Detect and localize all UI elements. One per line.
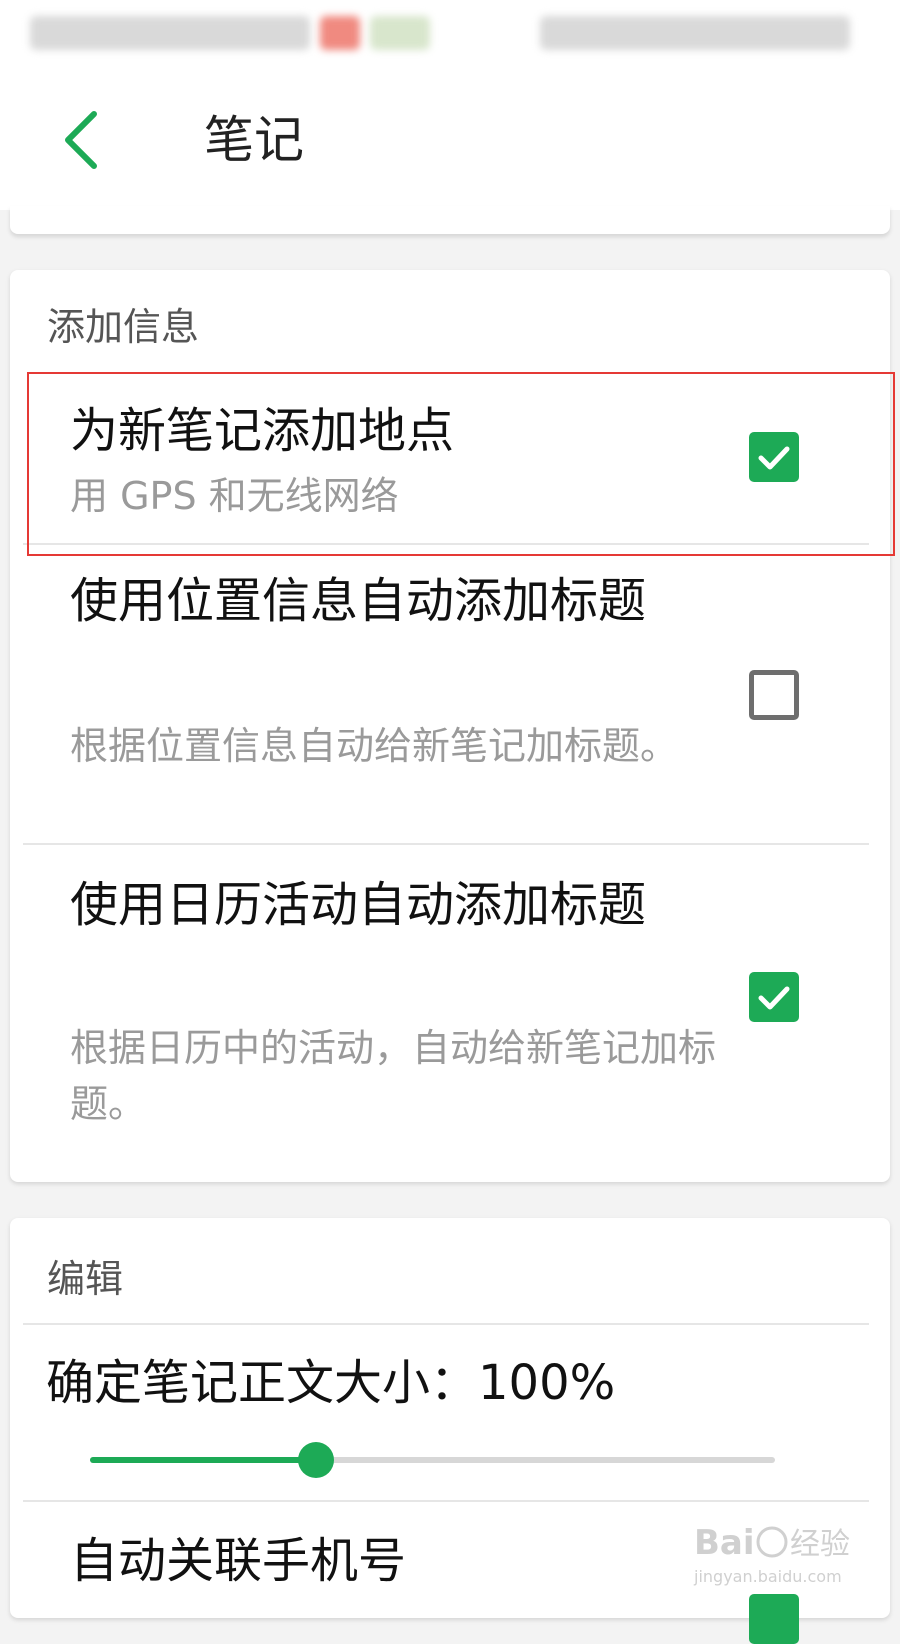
calendar-title-row[interactable]: 使用日历活动自动添加标题 根据日历中的活动，自动给新笔记加标题。 — [23, 846, 869, 1156]
divider — [23, 1500, 869, 1502]
auto-link-phone-label: 自动关联手机号 — [70, 1533, 407, 1589]
svg-text:Bai: Bai — [694, 1523, 755, 1563]
calendar-title-subtitle: 根据日历中的活动，自动给新笔记加标题。 — [70, 1026, 717, 1126]
font-size-label: 确定笔记正文大小：100% — [46, 1355, 616, 1411]
font-size-slider[interactable] — [90, 1442, 775, 1478]
highlight-box — [27, 372, 895, 556]
previous-card-edge — [10, 206, 890, 234]
status-bar-blurred-mid — [370, 16, 430, 50]
auto-link-phone-checkbox[interactable] — [749, 1594, 799, 1644]
section-title-add-info: 添加信息 — [47, 305, 200, 349]
location-title-subtitle: 根据位置信息自动给新笔记加标题。 — [70, 724, 679, 768]
svg-text:jingyan.baidu.com: jingyan.baidu.com — [693, 1567, 842, 1586]
calendar-title-title: 使用日历活动自动添加标题 — [70, 877, 647, 933]
location-title-row[interactable]: 使用位置信息自动添加标题 根据位置信息自动给新笔记加标题。 — [23, 546, 869, 842]
svg-text:经验: 经验 — [790, 1527, 850, 1562]
location-title-title: 使用位置信息自动添加标题 — [70, 573, 647, 629]
check-icon — [758, 986, 790, 1010]
location-title-checkbox[interactable] — [749, 670, 799, 720]
divider — [23, 843, 869, 845]
status-bar-blurred-accent — [320, 16, 360, 50]
chevron-left-icon — [65, 111, 97, 169]
status-bar-blurred-left — [30, 16, 310, 50]
font-size-row: 确定笔记正文大小：100% — [23, 1326, 869, 1476]
page-title: 笔记 — [204, 111, 304, 169]
divider — [23, 1323, 869, 1325]
calendar-title-checkbox[interactable] — [749, 972, 799, 1022]
baidu-watermark-logo: Bai 经验 jingyan.baidu.com — [693, 1523, 850, 1586]
app-header: 笔记 — [0, 70, 900, 210]
font-size-slider-thumb[interactable] — [298, 1442, 335, 1478]
back-button[interactable] — [58, 108, 108, 172]
status-bar-blurred-right — [540, 16, 850, 50]
baidu-watermark: Bai 经验 jingyan.baidu.com — [690, 1510, 870, 1590]
section-title-edit: 编辑 — [47, 1257, 124, 1301]
status-bar — [0, 0, 900, 70]
font-size-slider-fill — [90, 1457, 317, 1463]
